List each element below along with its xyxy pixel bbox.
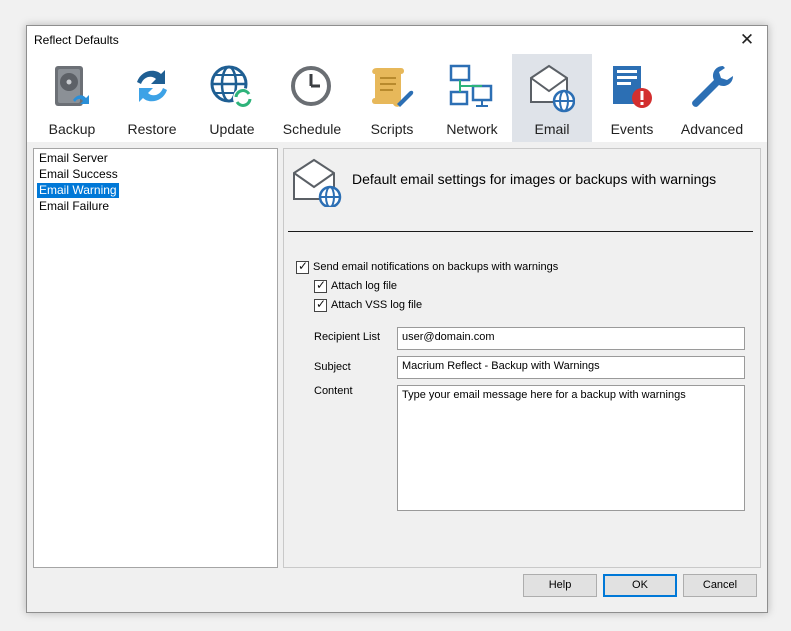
attach-log-label: Attach log file xyxy=(331,280,398,292)
tab-advanced-label: Advanced xyxy=(680,121,744,137)
content-textarea[interactable]: Type your email message here for a backu… xyxy=(397,385,745,511)
email-icon xyxy=(530,64,575,113)
wrench-icon xyxy=(692,66,733,107)
tab-backup[interactable]: Backup xyxy=(32,54,112,142)
tab-scripts-label: Scripts xyxy=(370,121,414,137)
tab-events-label: Events xyxy=(610,121,654,137)
sidebar-item-email-warning[interactable]: Email Warning xyxy=(37,183,119,198)
close-icon[interactable]: ✕ xyxy=(727,26,767,54)
sidebar-item-email-failure[interactable]: Email Failure xyxy=(37,199,111,214)
reflect-defaults-dialog: Reflect Defaults ✕ Backup Restore Update… xyxy=(26,25,768,613)
tab-backup-label: Backup xyxy=(48,121,96,137)
tab-update[interactable]: Update xyxy=(192,54,272,142)
help-button[interactable]: Help xyxy=(523,574,597,597)
attach-log-checkbox[interactable]: ✓ xyxy=(314,278,327,293)
cancel-button[interactable]: Cancel xyxy=(683,574,757,597)
send-notifications-checkbox[interactable]: ✓ xyxy=(296,259,309,274)
sidebar-item-email-server[interactable]: Email Server xyxy=(37,151,110,166)
tab-schedule[interactable]: Schedule xyxy=(272,54,352,142)
content-label: Content xyxy=(314,385,353,397)
subject-input[interactable]: Macrium Reflect - Backup with Warnings xyxy=(397,356,745,379)
attach-vss-log-label: Attach VSS log file xyxy=(331,299,423,311)
tab-email[interactable]: Email xyxy=(512,54,592,142)
tab-network-label: Network xyxy=(446,121,498,137)
tab-restore-label: Restore xyxy=(127,121,177,137)
tab-advanced[interactable]: Advanced xyxy=(672,54,752,142)
tab-update-label: Update xyxy=(209,121,255,137)
divider xyxy=(288,231,753,232)
window-title: Reflect Defaults xyxy=(34,33,119,47)
clock-icon xyxy=(291,66,331,106)
checkmark-icon: ✓ xyxy=(298,259,309,273)
recipient-input[interactable]: user@domain.com xyxy=(397,327,745,350)
backup-icon xyxy=(55,66,89,106)
checkmark-icon: ✓ xyxy=(316,278,327,292)
email-icon xyxy=(293,158,342,207)
content-value: Type your email message here for a backu… xyxy=(402,389,686,401)
network-icon xyxy=(449,64,493,107)
tab-email-label: Email xyxy=(534,121,570,137)
attach-vss-log-checkbox[interactable]: ✓ xyxy=(314,297,327,312)
update-icon xyxy=(210,65,253,108)
tab-events[interactable]: Events xyxy=(592,54,672,142)
email-settings-panel: Default email settings for images or bac… xyxy=(283,148,761,568)
checkmark-icon: ✓ xyxy=(316,297,327,311)
send-notifications-label: Send email notifications on backups with… xyxy=(313,261,559,273)
restore-icon xyxy=(137,70,167,102)
tab-restore[interactable]: Restore xyxy=(112,54,192,142)
title-bar: Reflect Defaults ✕ xyxy=(27,26,767,54)
ok-button[interactable]: OK xyxy=(603,574,677,597)
email-category-list: Email Server Email Success Email Warning… xyxy=(33,148,278,568)
tab-scripts[interactable]: Scripts xyxy=(352,54,432,142)
tab-network[interactable]: Network xyxy=(432,54,512,142)
recipient-label: Recipient List xyxy=(314,331,381,343)
subject-label: Subject xyxy=(314,361,351,373)
events-icon xyxy=(613,66,652,108)
sidebar-item-email-success[interactable]: Email Success xyxy=(37,167,120,182)
tab-schedule-label: Schedule xyxy=(282,121,342,137)
recipient-value: user@domain.com xyxy=(402,331,495,343)
panel-heading: Default email settings for images or bac… xyxy=(352,171,717,187)
category-toolbar: Backup Restore Update Schedule Scripts N… xyxy=(27,54,767,142)
scripts-icon xyxy=(372,68,414,107)
subject-value: Macrium Reflect - Backup with Warnings xyxy=(402,360,600,372)
